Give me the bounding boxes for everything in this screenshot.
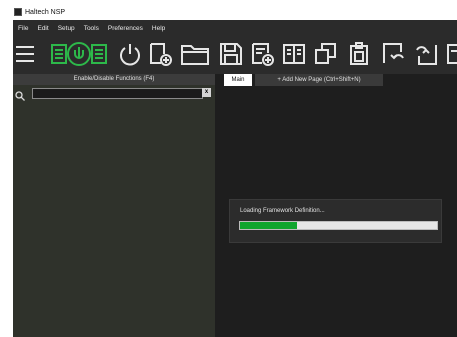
progress-bar <box>239 221 438 230</box>
loading-dialog: Loading Framework Definition... <box>229 199 442 243</box>
menu-edit[interactable]: Edit <box>37 25 48 32</box>
add-page-tab[interactable]: + Add New Page (Ctrl+Shift+N) <box>255 74 383 86</box>
toolbar <box>13 36 457 74</box>
window-title: Haltech NSP <box>25 9 66 16</box>
panel-header[interactable]: Enable/Disable Functions (F4) <box>13 74 215 85</box>
clipboard-icon[interactable] <box>347 41 373 67</box>
app-logo-icon <box>14 8 22 16</box>
title-bar: Haltech NSP <box>13 0 457 20</box>
new-file-icon[interactable] <box>148 41 174 67</box>
save-as-icon[interactable] <box>250 41 276 67</box>
redo-icon[interactable] <box>413 41 439 67</box>
tab-main[interactable]: Main <box>224 74 252 86</box>
menu-help[interactable]: Help <box>152 25 165 32</box>
more-icon[interactable] <box>445 41 457 67</box>
app-window: Haltech NSP File Edit Setup Tools Prefer… <box>13 0 457 337</box>
save-icon[interactable] <box>218 41 244 67</box>
menu-tools[interactable]: Tools <box>84 25 99 32</box>
progress-fill <box>240 222 298 229</box>
ecu-connect-icon[interactable] <box>50 41 108 67</box>
menu-icon[interactable] <box>14 41 40 67</box>
undo-icon[interactable] <box>381 41 407 67</box>
search-input[interactable] <box>32 88 203 99</box>
menu-preferences[interactable]: Preferences <box>108 25 143 32</box>
search-icon <box>15 88 25 101</box>
tab-strip: Main + Add New Page (Ctrl+Shift+N) <box>215 74 457 86</box>
menu-setup[interactable]: Setup <box>58 25 75 32</box>
loading-text: Loading Framework Definition... <box>240 208 325 214</box>
open-folder-icon[interactable] <box>180 41 210 67</box>
clear-search-button[interactable]: x <box>202 88 211 97</box>
functions-panel: Enable/Disable Functions (F4) x <box>13 74 215 337</box>
compare-icon[interactable] <box>281 41 307 67</box>
copy-icon[interactable] <box>313 41 339 67</box>
power-icon[interactable] <box>117 41 143 67</box>
menu-file[interactable]: File <box>18 25 28 32</box>
menu-bar: File Edit Setup Tools Preferences Help <box>13 20 457 36</box>
